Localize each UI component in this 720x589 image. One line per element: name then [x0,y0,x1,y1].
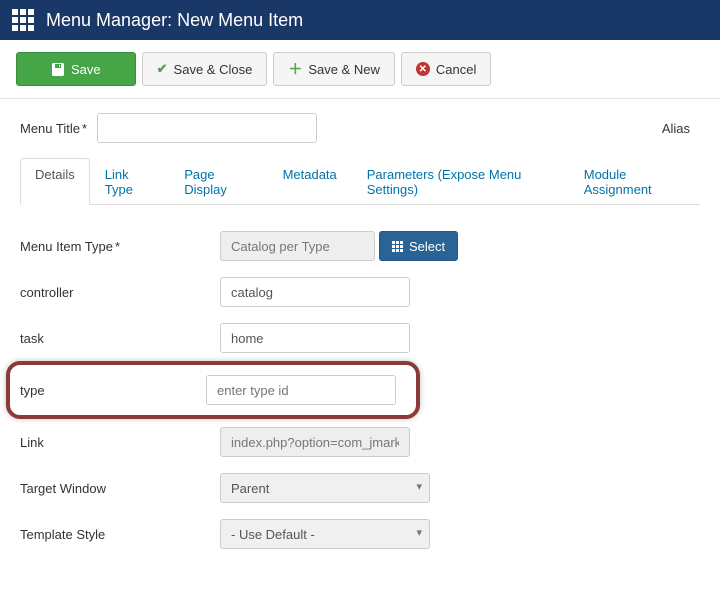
tab-metadata[interactable]: Metadata [268,158,352,205]
field-menu-item-type: Menu Item Type* Select [20,223,700,269]
cancel-icon: ✕ [416,62,430,76]
menu-item-type-label: Menu Item Type* [20,239,220,254]
type-input[interactable] [206,375,396,405]
field-type: type [20,371,406,409]
list-grid-icon [12,9,34,31]
save-close-button[interactable]: ✔ Save & Close [142,52,268,86]
cancel-label: Cancel [436,62,476,77]
form-area: Menu Title* Alias Details Link Type Page… [0,99,720,589]
target-window-label: Target Window [20,481,220,496]
alias-group: Alias [662,121,700,136]
tab-module-assignment[interactable]: Module Assignment [569,158,700,205]
required-mark: * [115,239,120,254]
check-icon: ✔ [157,61,168,77]
top-field-row: Menu Title* Alias [20,113,700,143]
toolbar: Save ✔ Save & Close ＋ Save & New ✕ Cance… [0,40,720,99]
select-button-label: Select [409,239,445,254]
save-button[interactable]: Save [16,52,136,86]
task-label: task [20,331,220,346]
select-type-button[interactable]: Select [379,231,458,261]
alias-label: Alias [662,121,690,136]
tab-link-type[interactable]: Link Type [90,158,169,205]
tabs: Details Link Type Page Display Metadata … [20,157,700,205]
target-window-select[interactable]: Parent [220,473,430,503]
apply-icon [51,62,65,76]
controller-label: controller [20,285,220,300]
field-link: Link [20,419,700,465]
template-style-label: Template Style [20,527,220,542]
template-style-select[interactable]: - Use Default - [220,519,430,549]
field-template-style: Template Style - Use Default - [20,511,700,557]
tab-page-display[interactable]: Page Display [169,158,267,205]
link-label: Link [20,435,220,450]
list-icon [392,241,403,252]
plus-icon: ＋ [288,59,302,79]
tab-details[interactable]: Details [20,158,90,205]
header-bar: Menu Manager: New Menu Item [0,0,720,40]
task-input[interactable] [220,323,410,353]
menu-title-label: Menu Title* [20,121,87,136]
field-controller: controller [20,269,700,315]
menu-title-input[interactable] [97,113,317,143]
menu-title-group: Menu Title* [20,113,317,143]
save-button-label: Save [71,62,101,77]
controller-input[interactable] [220,277,410,307]
tab-parameters[interactable]: Parameters (Expose Menu Settings) [352,158,569,205]
field-target-window: Target Window Parent [20,465,700,511]
save-new-label: Save & New [308,62,380,77]
type-label: type [20,383,206,398]
highlight-annotation: type [6,361,420,419]
required-mark: * [82,121,87,136]
field-task: task [20,315,700,361]
save-close-label: Save & Close [174,62,253,77]
menu-item-type-value [220,231,375,261]
link-value [220,427,410,457]
save-new-button[interactable]: ＋ Save & New [273,52,395,86]
page-title: Menu Manager: New Menu Item [46,10,303,31]
cancel-button[interactable]: ✕ Cancel [401,52,491,86]
details-panel: Menu Item Type* Select controller task [20,205,700,575]
